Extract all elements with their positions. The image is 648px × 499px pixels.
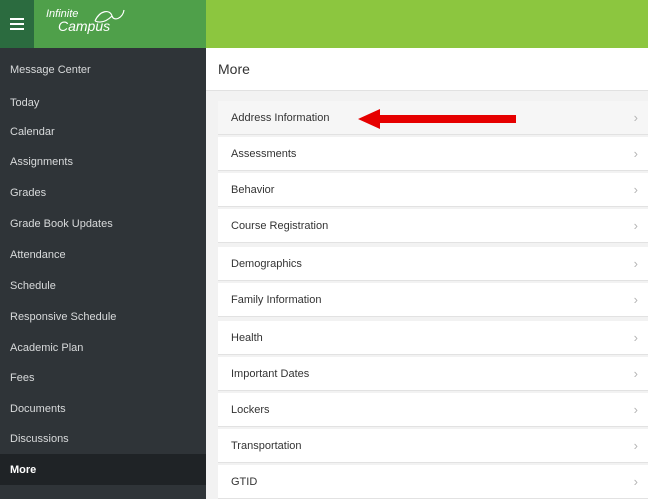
list-item-label: Health xyxy=(231,332,263,344)
list-item-label: Assessments xyxy=(231,148,297,160)
sidebar-item-assignments[interactable]: Assignments xyxy=(0,146,206,177)
list-item-label: Address Information xyxy=(231,112,330,124)
sidebar-item-label: Attendance xyxy=(10,248,66,261)
list-item-label: Course Registration xyxy=(231,220,329,232)
list-item-assessments[interactable]: Assessments › xyxy=(218,137,648,171)
hamburger-icon xyxy=(10,18,24,30)
list-item-label: Behavior xyxy=(231,184,275,196)
sidebar-item-label: Calendar xyxy=(10,125,55,138)
list-item-behavior[interactable]: Behavior › xyxy=(218,173,648,207)
sidebar-item-more[interactable]: More xyxy=(0,454,206,485)
sidebar-item-grade-book-updates[interactable]: Grade Book Updates xyxy=(0,208,206,239)
list-item-label: GTID xyxy=(231,476,258,488)
sidebar-item-label: Assignments xyxy=(10,155,73,168)
sidebar-nav: Message Center Today Calendar Assignment… xyxy=(0,48,206,499)
sidebar-item-message-center[interactable]: Message Center xyxy=(0,54,206,85)
chevron-right-icon: › xyxy=(633,330,638,345)
list-item-label: Important Dates xyxy=(231,368,310,380)
chevron-right-icon: › xyxy=(633,182,638,197)
infinite-campus-logo[interactable]: Infinite Campus xyxy=(34,0,206,48)
sidebar-item-documents[interactable]: Documents xyxy=(0,393,206,424)
list-item-label: Demographics xyxy=(231,258,302,270)
chevron-right-icon: › xyxy=(633,474,638,489)
sidebar-item-schedule[interactable]: Schedule xyxy=(0,270,206,301)
top-bar: Infinite Campus xyxy=(0,0,648,48)
sidebar-item-label: Responsive Schedule xyxy=(10,310,117,323)
page-header: More xyxy=(206,48,648,91)
sidebar-item-label: Academic Plan xyxy=(10,341,84,354)
list-item-demographics[interactable]: Demographics › xyxy=(218,247,648,281)
menu-button[interactable] xyxy=(0,0,34,48)
sidebar-item-attendance[interactable]: Attendance xyxy=(0,239,206,270)
sidebar-item-label: Message Center xyxy=(10,63,91,76)
chevron-right-icon: › xyxy=(633,110,638,125)
sidebar-item-label: Grades xyxy=(10,186,47,199)
chevron-right-icon: › xyxy=(633,402,638,417)
list-item-lockers[interactable]: Lockers › xyxy=(218,393,648,427)
sidebar-item-label: Fees xyxy=(10,371,35,384)
list-item-gtid[interactable]: GTID › xyxy=(218,465,648,499)
page-title: More xyxy=(218,61,250,77)
list-item-label: Lockers xyxy=(231,404,270,416)
main-content: More Address Information › Assessments ›… xyxy=(206,48,648,499)
list-item-important-dates[interactable]: Important Dates › xyxy=(218,357,648,391)
sidebar-item-label: Documents xyxy=(10,402,66,415)
sidebar-item-grades[interactable]: Grades xyxy=(0,177,206,208)
list-item-health[interactable]: Health › xyxy=(218,321,648,355)
campus-swoosh-icon xyxy=(94,9,125,23)
sidebar-item-today[interactable]: Today xyxy=(0,87,206,118)
list-item-label: Family Information xyxy=(231,294,322,306)
list-item-transportation[interactable]: Transportation › xyxy=(218,429,648,463)
red-arrow-icon xyxy=(358,109,516,129)
sidebar-item-label: Today xyxy=(10,96,40,109)
list-item-course-registration[interactable]: Course Registration › xyxy=(218,209,648,243)
sidebar-item-calendar[interactable]: Calendar xyxy=(0,116,206,147)
chevron-right-icon: › xyxy=(633,366,638,381)
sidebar-item-label: Schedule xyxy=(10,279,56,292)
list-item-address-information[interactable]: Address Information › xyxy=(218,101,648,135)
sidebar-item-label: Grade Book Updates xyxy=(10,217,113,230)
chevron-right-icon: › xyxy=(633,292,638,307)
chevron-right-icon: › xyxy=(633,218,638,233)
sidebar-item-label: More xyxy=(10,463,37,476)
chevron-right-icon: › xyxy=(633,256,638,271)
list-item-family-information[interactable]: Family Information › xyxy=(218,283,648,317)
chevron-right-icon: › xyxy=(633,146,638,161)
sidebar-item-discussions[interactable]: Discussions xyxy=(0,423,206,454)
chevron-right-icon: › xyxy=(633,438,638,453)
list-item-label: Transportation xyxy=(231,440,302,452)
sidebar-item-label: Discussions xyxy=(10,432,69,445)
sidebar-item-responsive-schedule[interactable]: Responsive Schedule xyxy=(0,301,206,332)
sidebar-item-fees[interactable]: Fees xyxy=(0,362,206,393)
sidebar-item-academic-plan[interactable]: Academic Plan xyxy=(0,332,206,363)
